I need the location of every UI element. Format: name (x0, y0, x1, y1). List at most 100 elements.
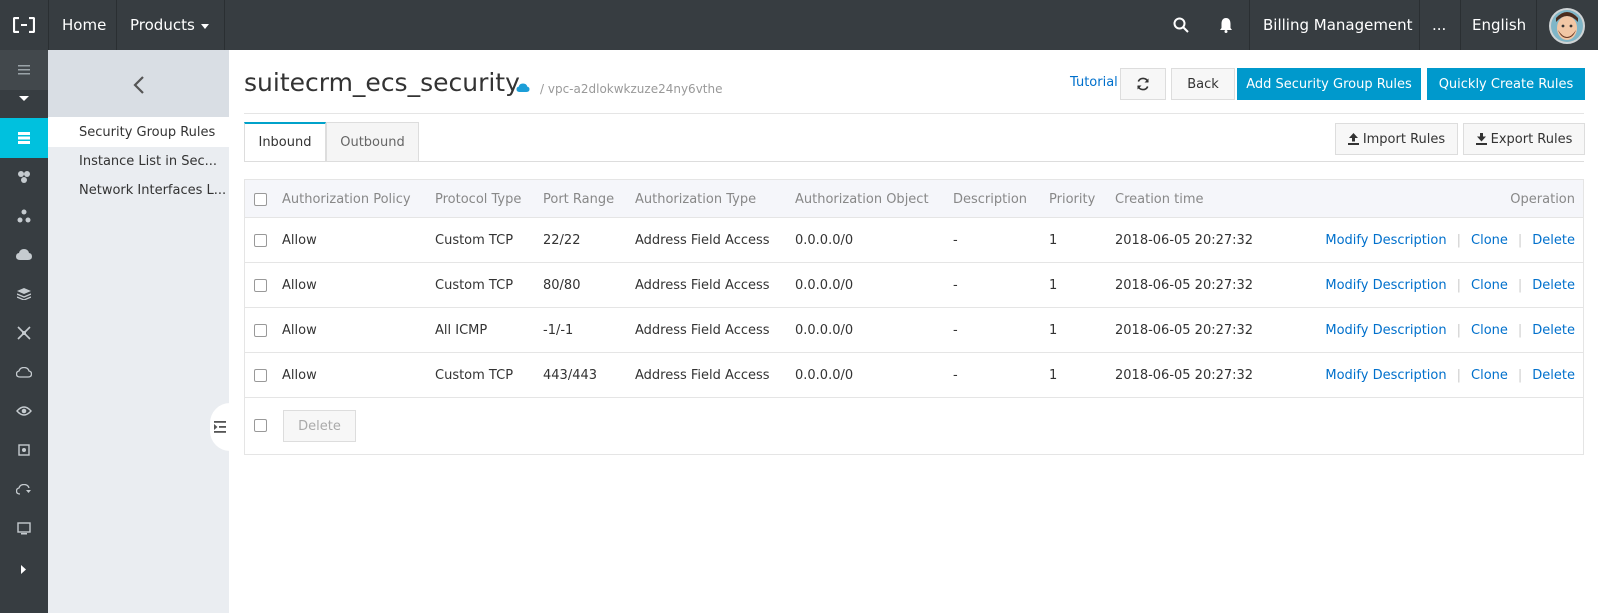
tutorial-link[interactable]: Tutorial (1070, 75, 1118, 90)
footer-select-all-checkbox[interactable] (254, 419, 267, 432)
cloud-icon[interactable] (0, 352, 48, 392)
settings-icon[interactable] (0, 430, 48, 470)
row-checkbox[interactable] (254, 324, 267, 337)
back-button[interactable]: Back (1171, 68, 1235, 100)
billing-label: Billing Management (1263, 16, 1413, 34)
creation-time-cell: 2018-06-05 20:27:32 (1115, 368, 1254, 383)
policy-cell: Allow (282, 233, 317, 248)
column-header[interactable]: Authorization Policy (282, 180, 411, 218)
import-rules-button[interactable]: Import Rules (1335, 123, 1458, 155)
cluster-icon[interactable] (0, 196, 48, 236)
select-all-checkbox[interactable] (254, 192, 267, 206)
collapse-icon (214, 421, 226, 433)
operation-cell: Modify Description | Clone | Delete (1325, 263, 1575, 308)
port-range-cell: 80/80 (543, 278, 581, 293)
refresh-button[interactable] (1120, 68, 1166, 100)
delete-link[interactable]: Delete (1532, 368, 1575, 383)
sidebar-item-security-group-rules[interactable]: Security Group Rules (48, 117, 229, 147)
bulk-delete-button[interactable]: Delete (283, 410, 356, 442)
cloud-sync-icon[interactable] (0, 469, 48, 509)
row-checkbox[interactable] (254, 234, 267, 247)
alibaba-cloud-logo-icon[interactable] (0, 0, 48, 50)
tab-outbound[interactable]: Outbound (326, 122, 419, 162)
delete-link[interactable]: Delete (1532, 278, 1575, 293)
table-row: Allow Custom TCP 443/443 Address Field A… (245, 353, 1583, 398)
priority-cell: 1 (1049, 368, 1058, 383)
column-header[interactable]: Protocol Type (435, 180, 521, 218)
home-link[interactable]: Home (62, 0, 106, 50)
port-range-cell: -1/-1 (543, 323, 574, 338)
creation-time-cell: 2018-06-05 20:27:32 (1115, 278, 1254, 293)
modify-description-link[interactable]: Modify Description (1325, 233, 1446, 248)
sidebar-item-label: Security Group Rules (79, 124, 216, 140)
add-security-group-rules-button[interactable]: Add Security Group Rules (1237, 68, 1421, 100)
tab-inbound[interactable]: Inbound (244, 122, 326, 162)
port-range-cell: 443/443 (543, 368, 598, 383)
column-header[interactable]: Description (953, 180, 1027, 218)
column-header[interactable]: Port Range (543, 180, 614, 218)
policy-cell: Allow (282, 278, 317, 293)
more-label: ... (1432, 16, 1447, 34)
chevron-left-icon (132, 76, 144, 94)
clone-link[interactable]: Clone (1471, 368, 1508, 383)
table-footer: Delete (245, 398, 1583, 454)
monitor-icon[interactable] (0, 508, 48, 548)
modify-description-link[interactable]: Modify Description (1325, 278, 1446, 293)
column-header[interactable]: Creation time (1115, 180, 1204, 218)
vpc-id: / vpc-a2dlokwkzuze24ny6vthe (540, 82, 723, 96)
column-header[interactable]: Authorization Object (795, 180, 929, 218)
authorization-object-cell: 0.0.0.0/0 (795, 323, 854, 338)
description-cell: - (953, 233, 958, 248)
cloud-upload-icon[interactable] (0, 235, 48, 275)
chevron-down-icon[interactable] (0, 79, 48, 119)
product-icon-rail (0, 50, 48, 613)
expand-right-icon[interactable] (0, 549, 48, 589)
secondary-sidebar: Security Group Rules Instance List in Se… (48, 50, 229, 613)
quickly-create-rules-button[interactable]: Quickly Create Rules (1427, 68, 1585, 100)
clone-link[interactable]: Clone (1471, 278, 1508, 293)
products-menu[interactable]: Products (130, 0, 209, 50)
sidebar-item-instance-list[interactable]: Instance List in Sec... (48, 146, 229, 176)
table-row: Allow Custom TCP 80/80 Address Field Acc… (245, 263, 1583, 308)
policy-cell: Allow (282, 368, 317, 383)
vpc-cloud-icon (516, 82, 530, 97)
separator: | (1456, 233, 1461, 248)
export-rules-button[interactable]: Export Rules (1463, 123, 1585, 155)
authorization-type-cell: Address Field Access (635, 233, 770, 248)
separator: | (1456, 278, 1461, 293)
priority-cell: 1 (1049, 323, 1058, 338)
clone-link[interactable]: Clone (1471, 323, 1508, 338)
server-list-icon[interactable] (0, 118, 48, 158)
sidebar-item-network-interfaces[interactable]: Network Interfaces L... (48, 175, 229, 205)
modify-description-link[interactable]: Modify Description (1325, 323, 1446, 338)
sidebar-item-label: Instance List in Sec... (79, 153, 218, 169)
search-icon[interactable] (1173, 0, 1189, 50)
back-chevron-button[interactable] (48, 50, 229, 120)
delete-link[interactable]: Delete (1532, 233, 1575, 248)
separator: | (1517, 368, 1523, 383)
layers-icon[interactable] (0, 274, 48, 314)
authorization-type-cell: Address Field Access (635, 368, 770, 383)
network-icon[interactable] (0, 157, 48, 197)
billing-management-link[interactable]: Billing Management (1263, 0, 1413, 50)
clone-link[interactable]: Clone (1471, 233, 1508, 248)
top-navigation-bar: Home Products Billing Management ... Eng… (0, 0, 1598, 50)
language-selector[interactable]: English (1472, 0, 1526, 50)
column-header[interactable]: Priority (1049, 180, 1095, 218)
separator: | (1456, 368, 1461, 383)
caret-down-icon (200, 23, 209, 29)
eye-icon[interactable] (0, 391, 48, 431)
shuffle-icon[interactable] (0, 313, 48, 353)
more-menu[interactable]: ... (1432, 0, 1446, 50)
security-rules-table: Authorization Policy Protocol Type Port … (244, 179, 1584, 455)
row-checkbox[interactable] (254, 369, 267, 382)
user-avatar[interactable] (1549, 8, 1585, 44)
row-checkbox[interactable] (254, 279, 267, 292)
priority-cell: 1 (1049, 278, 1058, 293)
bell-icon[interactable] (1219, 0, 1233, 50)
separator: | (1517, 233, 1523, 248)
operation-cell: Modify Description | Clone | Delete (1325, 218, 1575, 263)
modify-description-link[interactable]: Modify Description (1325, 368, 1446, 383)
column-header[interactable]: Authorization Type (635, 180, 756, 218)
delete-link[interactable]: Delete (1532, 323, 1575, 338)
